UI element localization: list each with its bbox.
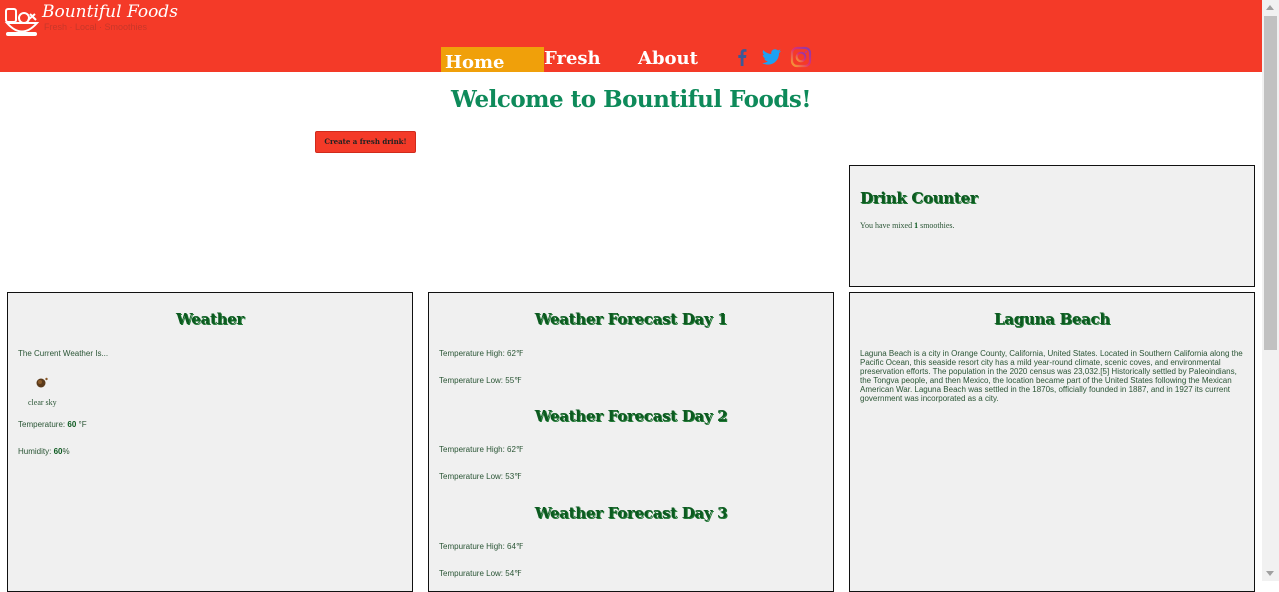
forecast-day3-low: Tempurature Low: 54℉ bbox=[439, 569, 522, 578]
temperature-unit: °F bbox=[78, 420, 87, 429]
forecast-day1-low: Temperature Low: 55℉ bbox=[439, 376, 522, 385]
forecast-day1-title: Weather Forecast Day 1 bbox=[534, 310, 728, 328]
drink-counter-title: Drink Counter bbox=[860, 189, 978, 207]
humidity-unit: % bbox=[62, 447, 70, 456]
forecast-day3-title: Weather Forecast Day 3 bbox=[534, 504, 728, 522]
logo-title[interactable]: Bountiful Foods bbox=[42, 2, 178, 22]
weather-current-label: The Current Weather Is... bbox=[18, 349, 109, 358]
scroll-up-arrow-icon[interactable] bbox=[1266, 5, 1274, 10]
weather-card: Weather The Current Weather Is... clear … bbox=[7, 292, 413, 592]
weather-humidity: Humidity: 60% bbox=[18, 447, 70, 456]
temperature-label: Temperature: bbox=[18, 420, 66, 429]
nav-about[interactable]: About bbox=[638, 48, 698, 69]
logo-tagline: Fresh · Local · Smoothies bbox=[44, 22, 148, 32]
nav-home[interactable]: Home bbox=[441, 47, 544, 73]
drink-count-value: 1 bbox=[914, 221, 919, 230]
forecast-day2-high: Temperature High: 62℉ bbox=[439, 445, 524, 454]
page-title: Welcome to Bountiful Foods! bbox=[451, 86, 811, 113]
city-card: Laguna Beach Laguna Beach is a city in O… bbox=[849, 292, 1255, 592]
forecast-day1-high: Temperature High: 62℉ bbox=[439, 349, 524, 358]
weather-description: clear sky bbox=[28, 398, 57, 407]
temperature-value: 60 bbox=[67, 420, 77, 429]
nav-fresh[interactable]: Fresh bbox=[544, 48, 601, 69]
drink-counter-suffix: smoothies. bbox=[920, 221, 955, 230]
drink-counter-card: Drink Counter You have mixed 1 smoothies… bbox=[849, 165, 1255, 287]
site-header: Bountiful Foods Fresh · Local · Smoothie… bbox=[0, 0, 1262, 73]
forecast-day2-title: Weather Forecast Day 2 bbox=[534, 407, 728, 425]
drink-counter-text: You have mixed 1 smoothies. bbox=[860, 221, 955, 230]
twitter-icon[interactable] bbox=[760, 46, 782, 68]
facebook-icon[interactable] bbox=[731, 46, 753, 68]
city-description: Laguna Beach is a city in Orange County,… bbox=[860, 349, 1243, 403]
drink-counter-prefix: You have mixed bbox=[860, 221, 913, 230]
create-drink-button[interactable]: Create a fresh drink! bbox=[315, 131, 416, 153]
weather-title: Weather bbox=[175, 310, 245, 328]
instagram-icon[interactable] bbox=[790, 46, 812, 68]
clear-sky-icon bbox=[36, 377, 48, 388]
forecast-card: Weather Forecast Day 1 Temperature High:… bbox=[428, 292, 834, 592]
scrollbar-thumb[interactable] bbox=[1264, 16, 1277, 350]
page-scrollbar[interactable] bbox=[1262, 0, 1279, 581]
city-title: Laguna Beach bbox=[994, 310, 1110, 328]
nav-home-label: Home bbox=[445, 52, 505, 73]
logo-icon[interactable] bbox=[4, 6, 40, 38]
scroll-down-arrow-icon[interactable] bbox=[1266, 571, 1274, 576]
forecast-day2-low: Temperature Low: 53℉ bbox=[439, 472, 522, 481]
forecast-day3-high: Tempurature High: 64℉ bbox=[439, 542, 524, 551]
weather-temperature: Temperature: 60 °F bbox=[18, 420, 87, 429]
humidity-label: Humidity: bbox=[18, 447, 52, 456]
